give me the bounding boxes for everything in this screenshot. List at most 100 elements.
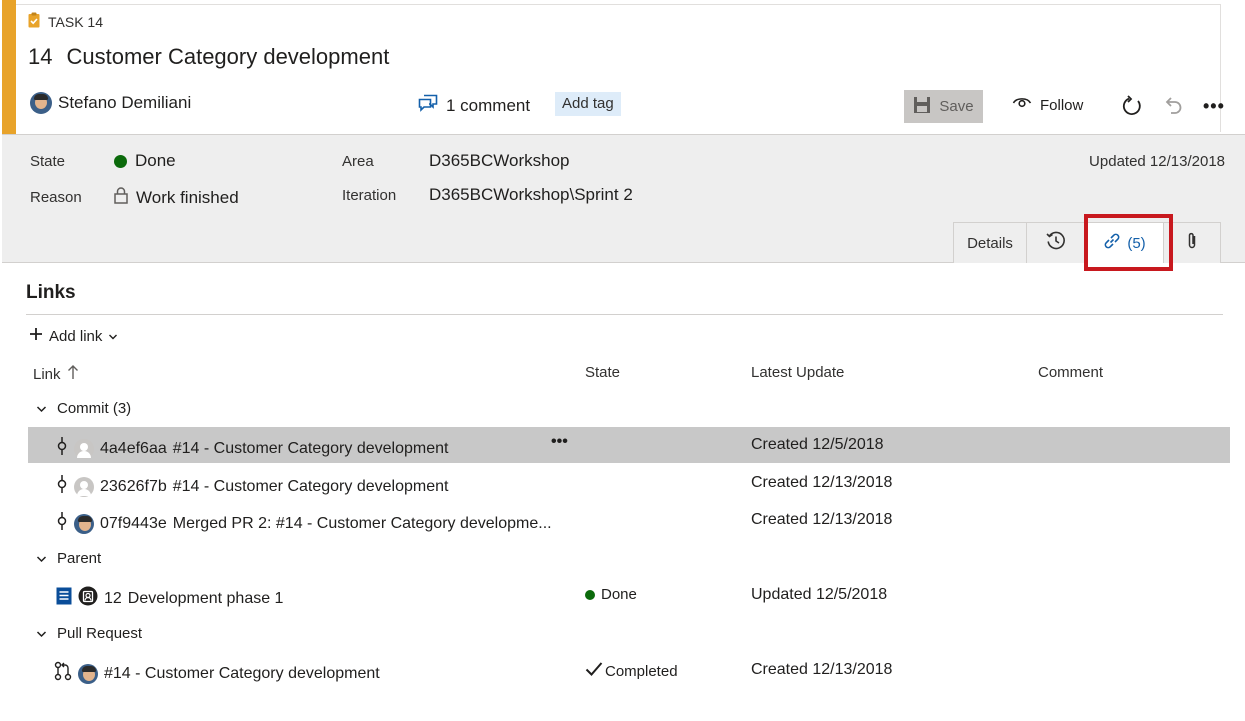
avatar	[74, 438, 94, 459]
reason-value: Work finished	[136, 188, 239, 207]
reason-field[interactable]: Work finished	[114, 187, 239, 209]
reason-label: Reason	[30, 189, 82, 206]
updated-timestamp: Updated 12/13/2018	[1089, 153, 1225, 170]
more-actions-icon[interactable]: •••	[1203, 96, 1225, 117]
area-label: Area	[342, 153, 374, 170]
assignee-name: Stefano Demiliani	[58, 93, 192, 112]
table-row[interactable]: 07f9443e Merged PR 2: #14 - Customer Cat…	[28, 502, 1230, 538]
state-done-icon	[114, 154, 127, 168]
link-title[interactable]: #14 - Customer Category development	[173, 440, 449, 458]
undo-icon[interactable]	[1163, 95, 1183, 122]
save-button[interactable]: Save	[904, 90, 983, 123]
column-header-latest-update[interactable]: Latest Update	[751, 364, 844, 381]
history-icon	[1046, 231, 1066, 255]
comments-link[interactable]: 1 comment	[418, 94, 530, 117]
avatar	[74, 513, 94, 534]
work-item-header: TASK 14 14 Customer Category development…	[0, 0, 1245, 134]
lock-icon	[114, 187, 128, 209]
commit-hash: 07f9443e	[100, 514, 167, 532]
work-item-id: 14	[28, 44, 53, 69]
table-row[interactable]: 23626f7b #14 - Customer Category develop…	[28, 465, 1230, 501]
avatar	[30, 92, 52, 114]
follow-button[interactable]: Follow	[1012, 96, 1083, 114]
tab-details[interactable]: Details	[953, 222, 1027, 263]
eye-icon	[1012, 96, 1032, 114]
assigned-to[interactable]: Stefano Demiliani	[30, 92, 191, 114]
link-title[interactable]: #14 - Customer Category development	[104, 665, 380, 683]
link-title[interactable]: Development phase 1	[128, 590, 284, 608]
column-header-comment[interactable]: Comment	[1038, 364, 1103, 381]
refresh-icon[interactable]	[1121, 95, 1143, 122]
group-header-parent[interactable]: Parent	[36, 550, 101, 567]
links-tab-highlight	[1084, 214, 1173, 271]
latest-update: Created 12/13/2018	[751, 661, 893, 678]
chevron-down-icon	[36, 625, 47, 642]
pull-request-icon	[54, 661, 72, 686]
link-state-value: Done	[601, 586, 637, 603]
area-field[interactable]: D365BCWorkshop	[429, 151, 569, 171]
chevron-down-icon	[108, 328, 118, 345]
add-tag-button[interactable]: Add tag	[555, 92, 621, 116]
column-header-link[interactable]: Link	[33, 364, 79, 384]
link-cell: 4a4ef6aa #14 - Customer Category develop…	[56, 436, 448, 461]
link-cell: #14 - Customer Category development	[54, 661, 380, 686]
work-item-type-color-bar	[2, 0, 16, 134]
link-cell: 23626f7b #14 - Customer Category develop…	[56, 474, 448, 499]
checkmark-icon	[585, 661, 603, 681]
avatar	[78, 663, 98, 684]
iteration-field[interactable]: D365BCWorkshop\Sprint 2	[429, 185, 633, 205]
commit-icon	[56, 436, 68, 461]
comment-icon	[418, 94, 438, 117]
table-row[interactable]: 4a4ef6aa #14 - Customer Category develop…	[28, 427, 1230, 463]
links-divider	[26, 314, 1223, 315]
links-section-title: Links	[26, 282, 76, 303]
latest-update: Created 12/13/2018	[751, 511, 893, 528]
group-header-pull-request[interactable]: Pull Request	[36, 625, 142, 642]
group-parent-label: Parent	[57, 550, 102, 567]
tab-history[interactable]	[1026, 222, 1086, 263]
work-item-title-text[interactable]: Customer Category development	[66, 44, 389, 70]
column-link-label: Link	[33, 365, 61, 383]
plus-icon	[29, 327, 43, 345]
link-title[interactable]: #14 - Customer Category development	[173, 478, 449, 496]
work-item-fields: State Done Reason Work finished Area D36…	[2, 134, 1245, 263]
add-link-button[interactable]: Add link	[29, 327, 118, 345]
state-value: Done	[135, 151, 176, 170]
latest-update: Created 12/13/2018	[751, 474, 893, 491]
link-state: Done	[585, 586, 637, 603]
link-state-value: Completed	[605, 662, 678, 680]
state-done-icon	[585, 589, 595, 600]
link-title[interactable]: Merged PR 2: #14 - Customer Category dev…	[173, 515, 552, 533]
group-pull-request-label: Pull Request	[57, 625, 143, 642]
table-row[interactable]: 12 Development phase 1 Done Updated 12/5…	[28, 577, 1230, 613]
work-item-title[interactable]: 14 Customer Category development	[28, 44, 389, 70]
latest-update: Updated 12/5/2018	[751, 586, 888, 603]
chevron-down-icon	[36, 400, 47, 417]
requirement-icon	[56, 587, 72, 610]
badge-icon	[78, 586, 98, 611]
column-header-state[interactable]: State	[585, 364, 620, 381]
link-cell: 07f9443e Merged PR 2: #14 - Customer Cat…	[56, 511, 552, 536]
commit-hash: 23626f7b	[100, 477, 167, 495]
paperclip-icon	[1185, 231, 1199, 255]
header-divider	[16, 4, 1221, 5]
table-row[interactable]: #14 - Customer Category development Comp…	[28, 652, 1230, 688]
avatar	[74, 476, 94, 497]
latest-update: Created 12/5/2018	[751, 436, 884, 453]
commit-icon	[56, 511, 68, 536]
row-more-actions-icon[interactable]: •••	[551, 433, 568, 451]
state-field[interactable]: Done	[114, 151, 176, 171]
group-header-commit[interactable]: Commit (3)	[36, 400, 131, 417]
work-item-id: 12	[104, 589, 122, 607]
clipboard-icon	[28, 12, 40, 31]
state-label: State	[30, 153, 66, 170]
sort-ascending-icon	[67, 364, 79, 384]
follow-label: Follow	[1040, 96, 1084, 114]
link-cell: 12 Development phase 1	[56, 586, 283, 611]
save-icon	[913, 96, 931, 118]
commit-hash: 4a4ef6aa	[100, 439, 167, 457]
add-link-label: Add link	[49, 327, 103, 345]
chevron-down-icon	[36, 550, 47, 567]
save-label: Save	[939, 98, 974, 115]
group-commit-label: Commit (3)	[57, 400, 132, 417]
